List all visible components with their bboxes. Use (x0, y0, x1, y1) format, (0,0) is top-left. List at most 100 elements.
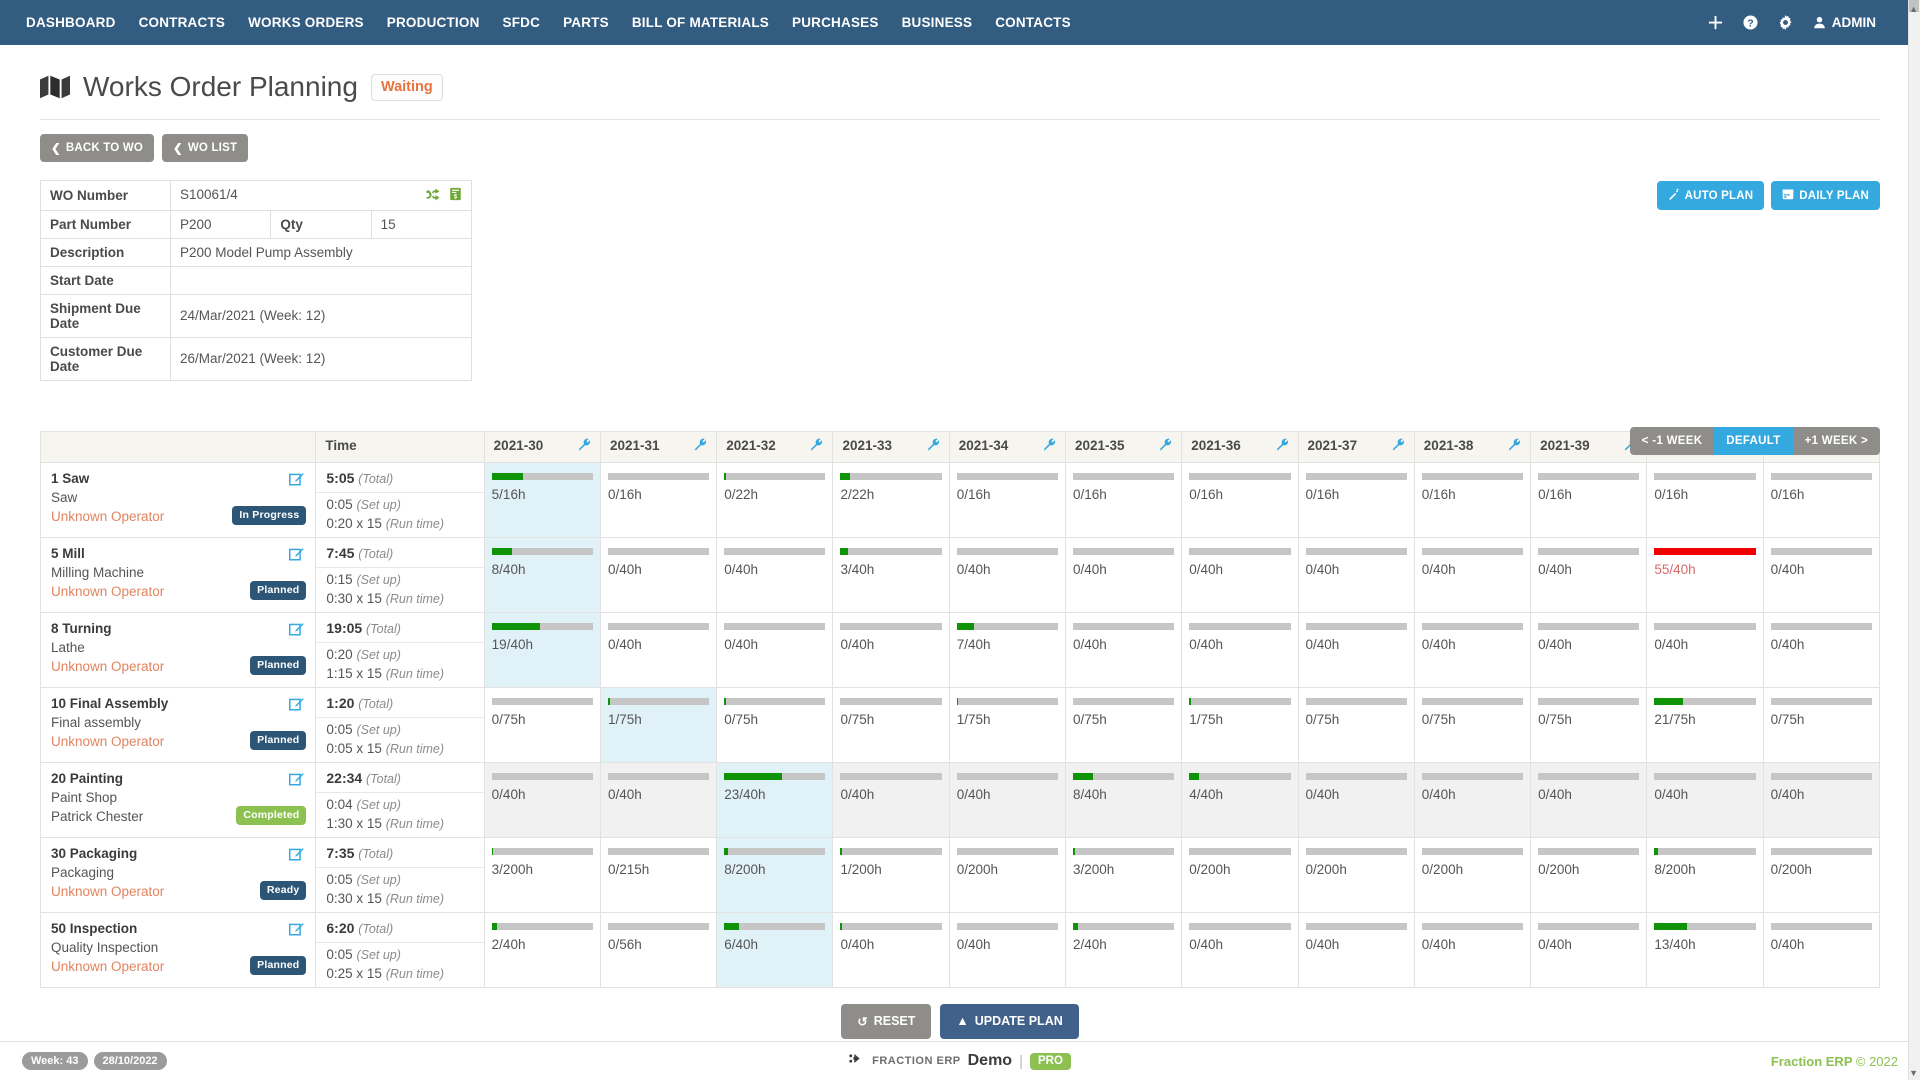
week-capacity-cell[interactable]: 0/40h (948, 911, 1067, 988)
week-capacity-cell[interactable]: 8/40h (483, 536, 601, 613)
week-capacity-cell[interactable]: 0/200h (1762, 836, 1881, 913)
next-week-button[interactable]: +1 WEEK > (1792, 427, 1880, 455)
wrench-icon[interactable] (1159, 438, 1172, 453)
week-capacity-cell[interactable]: 0/40h (1181, 911, 1299, 988)
week-capacity-cell[interactable]: 23/40h (716, 761, 834, 838)
week-capacity-cell[interactable]: 0/40h (716, 611, 834, 688)
week-capacity-cell[interactable]: 0/40h (1646, 761, 1764, 838)
week-capacity-cell[interactable]: 21/75h (1646, 686, 1764, 763)
week-capacity-cell[interactable]: 0/16h (1064, 461, 1183, 538)
nav-link-production[interactable]: PRODUCTION (387, 15, 480, 30)
week-capacity-cell[interactable]: 0/75h (1297, 686, 1415, 763)
week-capacity-cell[interactable]: 8/40h (1064, 761, 1183, 838)
week-capacity-cell[interactable]: 19/40h (483, 611, 601, 688)
nav-link-works-orders[interactable]: WORKS ORDERS (248, 15, 364, 30)
week-capacity-cell[interactable]: 13/40h (1646, 911, 1764, 988)
week-capacity-cell[interactable]: 3/40h (832, 536, 950, 613)
week-capacity-cell[interactable]: 3/200h (483, 836, 601, 913)
week-capacity-cell[interactable]: 8/200h (716, 836, 834, 913)
week-capacity-cell[interactable]: 0/75h (483, 686, 601, 763)
week-capacity-cell[interactable]: 0/40h (1762, 911, 1881, 988)
week-capacity-cell[interactable]: 0/40h (1530, 911, 1648, 988)
week-capacity-cell[interactable]: 55/40h (1646, 536, 1764, 613)
edit-icon[interactable] (289, 847, 305, 864)
week-capacity-cell[interactable]: 0/40h (832, 911, 950, 988)
week-capacity-cell[interactable]: 0/40h (1762, 536, 1881, 613)
nav-link-bill-of-materials[interactable]: BILL OF MATERIALS (632, 15, 769, 30)
scroll-down-arrow-icon[interactable]: ▼ (1909, 1068, 1918, 1078)
week-capacity-cell[interactable]: 0/75h (1064, 686, 1183, 763)
week-capacity-cell[interactable]: 0/40h (483, 761, 601, 838)
week-capacity-cell[interactable]: 0/40h (716, 536, 834, 613)
wrench-icon[interactable] (1508, 438, 1521, 453)
week-capacity-cell[interactable]: 0/75h (832, 686, 950, 763)
nav-link-parts[interactable]: PARTS (563, 15, 609, 30)
week-capacity-cell[interactable]: 0/75h (1762, 686, 1881, 763)
week-capacity-cell[interactable]: 3/200h (1064, 836, 1183, 913)
nav-link-business[interactable]: BUSINESS (902, 15, 973, 30)
week-capacity-cell[interactable]: 0/200h (1181, 836, 1299, 913)
week-capacity-cell[interactable]: 0/200h (948, 836, 1067, 913)
week-capacity-cell[interactable]: 0/75h (716, 686, 834, 763)
back-to-wo-button[interactable]: ❮ BACK TO WO (40, 134, 155, 162)
wrench-icon[interactable] (694, 438, 707, 453)
week-capacity-cell[interactable]: 0/40h (1413, 911, 1532, 988)
week-capacity-cell[interactable]: 1/200h (832, 836, 950, 913)
week-capacity-cell[interactable]: 0/40h (1530, 536, 1648, 613)
week-capacity-cell[interactable]: 0/40h (1530, 761, 1648, 838)
week-capacity-cell[interactable]: 8/200h (1646, 836, 1764, 913)
week-capacity-cell[interactable]: 0/16h (1762, 461, 1881, 538)
week-capacity-cell[interactable]: 0/40h (1530, 611, 1648, 688)
week-capacity-cell[interactable]: 0/40h (1181, 536, 1299, 613)
gear-icon[interactable] (1778, 15, 1793, 30)
week-capacity-cell[interactable]: 0/75h (1413, 686, 1532, 763)
week-capacity-cell[interactable]: 0/40h (1413, 611, 1532, 688)
week-capacity-cell[interactable]: 0/40h (1762, 761, 1881, 838)
week-capacity-cell[interactable]: 0/200h (1413, 836, 1532, 913)
plus-icon[interactable] (1708, 15, 1723, 30)
help-icon[interactable]: ? (1743, 15, 1758, 30)
wrench-icon[interactable] (1276, 438, 1289, 453)
auto-plan-button[interactable]: AUTO PLAN (1656, 181, 1765, 210)
week-capacity-cell[interactable]: 0/40h (1646, 611, 1764, 688)
wrench-icon[interactable] (1392, 438, 1405, 453)
week-capacity-cell[interactable]: 0/40h (599, 536, 718, 613)
reset-button[interactable]: ↺ RESET (841, 1003, 932, 1039)
week-capacity-cell[interactable]: 4/40h (1181, 761, 1299, 838)
week-capacity-cell[interactable]: 2/40h (1064, 911, 1183, 988)
week-capacity-cell[interactable]: 0/40h (1413, 536, 1532, 613)
week-capacity-cell[interactable]: 0/40h (948, 761, 1067, 838)
week-capacity-cell[interactable]: 0/56h (599, 911, 718, 988)
wrench-icon[interactable] (578, 438, 591, 453)
week-capacity-cell[interactable]: 6/40h (716, 911, 834, 988)
daily-plan-button[interactable]: DAILY PLAN (1771, 181, 1880, 210)
week-capacity-cell[interactable]: 0/16h (1646, 461, 1764, 538)
week-capacity-cell[interactable]: 1/75h (1181, 686, 1299, 763)
week-capacity-cell[interactable]: 2/22h (832, 461, 950, 538)
nav-link-purchases[interactable]: PURCHASES (792, 15, 879, 30)
week-capacity-cell[interactable]: 0/40h (1762, 611, 1881, 688)
default-week-button[interactable]: DEFAULT (1714, 427, 1793, 455)
week-capacity-cell[interactable]: 0/40h (1297, 911, 1415, 988)
week-capacity-cell[interactable]: 0/40h (599, 611, 718, 688)
scroll-up-arrow-icon[interactable]: ▲ (1909, 4, 1918, 14)
week-capacity-cell[interactable]: 0/22h (716, 461, 834, 538)
week-capacity-cell[interactable]: 0/16h (1297, 461, 1415, 538)
week-capacity-cell[interactable]: 0/40h (1297, 611, 1415, 688)
shuffle-icon[interactable] (426, 188, 440, 204)
week-capacity-cell[interactable]: 0/40h (1064, 611, 1183, 688)
week-capacity-cell[interactable]: 0/16h (1530, 461, 1648, 538)
week-capacity-cell[interactable]: 7/40h (948, 611, 1067, 688)
week-capacity-cell[interactable]: 1/75h (948, 686, 1067, 763)
edit-icon[interactable] (289, 772, 305, 789)
wo-list-button[interactable]: ❮ WO LIST (162, 134, 249, 162)
week-capacity-cell[interactable]: 1/75h (599, 686, 718, 763)
edit-icon[interactable] (289, 547, 305, 564)
edit-icon[interactable] (289, 697, 305, 714)
wrench-icon[interactable] (1043, 438, 1056, 453)
prev-week-button[interactable]: < -1 WEEK (1629, 427, 1715, 455)
week-capacity-cell[interactable]: 0/40h (1064, 536, 1183, 613)
week-capacity-cell[interactable]: 0/40h (1413, 761, 1532, 838)
invoice-icon[interactable]: $ (449, 187, 462, 204)
wrench-icon[interactable] (810, 438, 823, 453)
